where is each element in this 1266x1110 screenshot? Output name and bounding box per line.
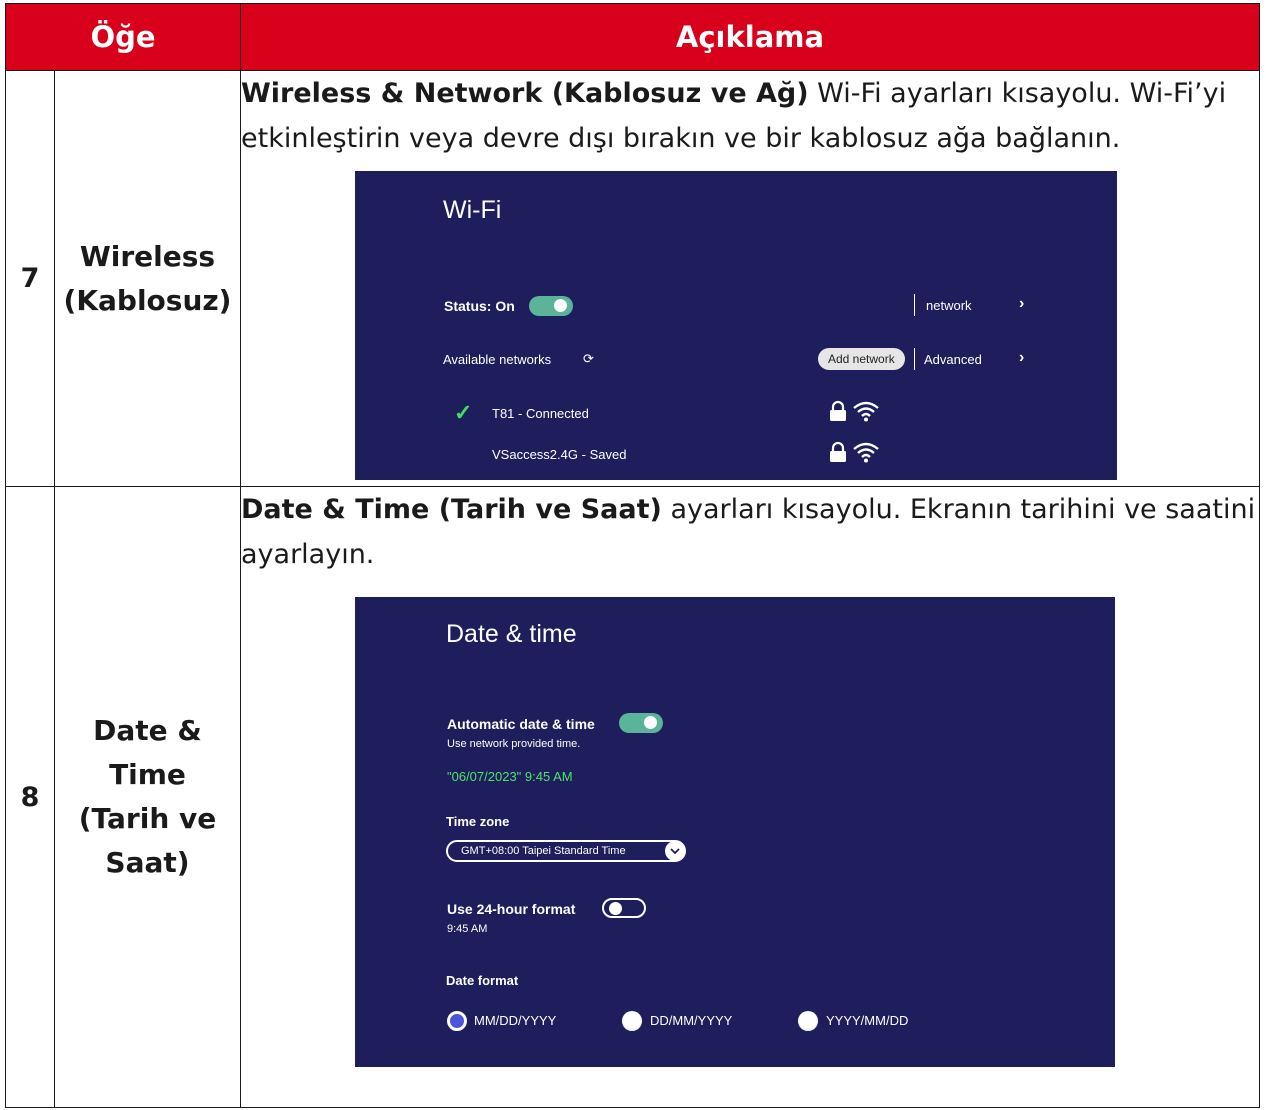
table-row: 7 Wireless (Kablosuz) Wireless & Network… — [5, 70, 1260, 487]
timezone-value: GMT+08:00 Taipei Standard Time — [461, 845, 626, 857]
lock-icon — [830, 400, 846, 421]
row-number: 7 — [5, 70, 55, 487]
24hour-label: Use 24-hour format — [447, 901, 576, 917]
available-networks-label: Available networks — [443, 352, 552, 367]
network-item[interactable]: VSaccess2.4G - Saved — [492, 447, 626, 462]
datetime-value: "06/07/2023" 9:45 AM — [447, 769, 573, 784]
row-description: Date & Time (Tarih ve Saat) ayarları kıs… — [240, 486, 1260, 1108]
menu-divider — [914, 348, 915, 370]
add-network-button[interactable]: Add network — [818, 348, 905, 370]
description-bold: Date & Time (Tarih ve Saat) — [241, 494, 662, 525]
menu-advanced[interactable]: Advanced — [924, 352, 982, 367]
timezone-select[interactable]: GMT+08:00 Taipei Standard Time — [446, 840, 686, 862]
wifi-signal-icon — [853, 442, 879, 463]
24hour-toggle[interactable] — [602, 898, 646, 918]
wifi-signal-icon — [853, 401, 879, 422]
chevron-down-icon[interactable] — [665, 841, 685, 861]
network-name: T81 — [492, 406, 515, 421]
auto-datetime-toggle[interactable] — [619, 713, 663, 733]
header-item: Öğe — [5, 3, 241, 71]
24hour-sub: 9:45 AM — [447, 923, 488, 935]
menu-divider — [914, 294, 915, 316]
refresh-icon[interactable]: ⟳ — [583, 351, 594, 367]
description-text: Wireless & Network (Kablosuz ve Ağ) Wi-F… — [241, 71, 1259, 161]
radio-date-format-ymd[interactable] — [798, 1011, 818, 1031]
header-description: Açıklama — [240, 3, 1260, 71]
description-bold: Wireless & Network (Kablosuz ve Ağ) — [241, 78, 809, 109]
datetime-screen: Date & time Automatic date & time Use ne… — [355, 597, 1115, 1067]
auto-datetime-sub: Use network provided time. — [447, 738, 581, 750]
toggle-knob — [554, 299, 567, 312]
table-row: 8 Date & Time (Tarih ve Saat) Date & Tim… — [5, 486, 1260, 1108]
row-description: Wireless & Network (Kablosuz ve Ağ) Wi-F… — [240, 70, 1260, 487]
radio-date-format-dmy[interactable] — [622, 1011, 642, 1031]
network-status: - Connected — [518, 406, 589, 421]
date-format-option: DD/MM/YYYY — [650, 1013, 733, 1028]
wifi-title: Wi-Fi — [443, 196, 502, 224]
network-status: - Saved — [581, 447, 627, 462]
row-item-name-text: Date & Time (Tarih ve Saat) — [78, 714, 217, 879]
date-format-label: Date format — [446, 973, 519, 988]
chevron-right-icon[interactable]: › — [1019, 349, 1024, 367]
wifi-screen: Wi-Fi Status: On network › Available net… — [355, 171, 1117, 480]
date-format-option: YYYY/MM/DD — [826, 1013, 909, 1028]
timezone-label: Time zone — [446, 814, 510, 829]
row-item-name: Date & Time (Tarih ve Saat) — [54, 486, 241, 1108]
toggle-knob — [609, 902, 622, 915]
network-name: VSaccess2.4G — [492, 447, 578, 462]
menu-network[interactable]: network — [926, 298, 972, 313]
status-label: Status: On — [444, 298, 515, 314]
row-number: 8 — [5, 486, 55, 1108]
chevron-right-icon[interactable]: › — [1019, 295, 1024, 313]
document-table: Öğe Açıklama 7 Wireless (Kablosuz) Wirel… — [5, 3, 1260, 1108]
check-icon: ✓ — [454, 400, 473, 425]
description-text: Date & Time (Tarih ve Saat) ayarları kıs… — [241, 487, 1259, 577]
network-item[interactable]: T81 - Connected — [492, 406, 589, 421]
lock-icon — [830, 441, 846, 462]
radio-date-format-mdy[interactable] — [447, 1011, 467, 1031]
auto-datetime-label: Automatic date & time — [447, 716, 595, 732]
row-item-name: Wireless (Kablosuz) — [54, 70, 241, 487]
date-format-option: MM/DD/YYYY — [474, 1013, 557, 1028]
wifi-toggle[interactable] — [529, 296, 573, 316]
toggle-knob — [644, 716, 657, 729]
datetime-title: Date & time — [446, 620, 577, 648]
